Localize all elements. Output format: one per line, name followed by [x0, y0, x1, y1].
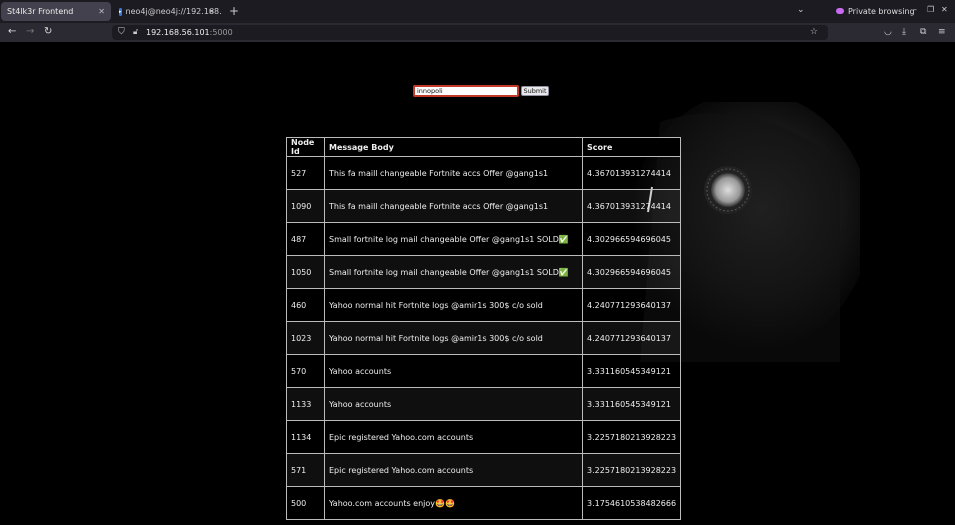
tab-title: St4lk3r Frontend: [7, 7, 74, 16]
restore-icon[interactable]: ❐: [927, 5, 934, 14]
cell-message-body: Epic registered Yahoo.com accounts: [324, 453, 583, 487]
close-tab-icon[interactable]: ✕: [208, 7, 215, 16]
cell-message-body: This fa maill changeable Fortnite accs O…: [324, 189, 583, 223]
cell-score: 3.331160545349121: [581, 354, 682, 388]
table-body: 527 This fa maill changeable Fortnite acc…: [286, 156, 682, 520]
table-row: 527 This fa maill changeable Fortnite acc…: [286, 156, 682, 190]
cell-message-body: Yahoo accounts: [324, 387, 583, 421]
tab-neo4j[interactable]: ▸ neo4j@neo4j://192.168. ✕: [113, 2, 222, 21]
cell-score: 3.2257180213928223: [581, 453, 682, 487]
cell-score: 3.2257180213928223: [581, 420, 682, 454]
table-header-row: Node Id Message Body Score: [286, 137, 682, 157]
neo4j-favicon-icon: ▸: [119, 7, 122, 16]
cell-message-body: Small fortnite log mail changeable Offer…: [324, 255, 583, 289]
table-row: 1133 Yahoo accounts 3.331160545349121: [286, 387, 682, 421]
page-content: Submit Node Id Message Body Score 527Thi…: [0, 42, 955, 525]
extensions-icon[interactable]: ⧉: [920, 26, 926, 38]
search-input[interactable]: [413, 85, 519, 97]
cell-message-body: Yahoo normal hit Fortnite logs @amir1s 3…: [324, 288, 583, 322]
minimize-icon[interactable]: –: [913, 5, 917, 14]
column-header-message-body: Message Body: [324, 137, 583, 157]
cell-score: 4.240771293640137: [581, 321, 682, 355]
list-tabs-chevron-icon[interactable]: ⌄: [797, 5, 805, 15]
table-row: 1090 This fa maill changeable Fortnite ac…: [286, 189, 682, 223]
tab-st4lk3r-frontend[interactable]: St4lk3r Frontend ✕: [1, 2, 111, 21]
table-row: 1050 Small fortnite log mail changeable O…: [286, 255, 682, 289]
tab-bar: St4lk3r Frontend ✕ ▸ neo4j@neo4j://192.1…: [0, 0, 955, 23]
private-browsing-label: Private browsing: [848, 6, 915, 16]
cell-node-id: 1023: [286, 321, 325, 355]
address-bar[interactable]: ⛉ 🔓︎ 192.168.56.101:5000 ☆: [112, 25, 828, 40]
cell-node-id: 460: [286, 288, 325, 322]
column-header-score: Score: [581, 137, 682, 157]
cell-node-id: 487: [286, 222, 325, 256]
url-port: :5000: [209, 28, 233, 37]
cell-score: 3.1754610538482666: [581, 486, 682, 520]
cell-message-body: This fa maill changeable Fortnite accs O…: [324, 156, 583, 190]
cell-score: 4.302966594696045: [581, 255, 682, 289]
cell-node-id: 1090: [286, 189, 325, 223]
cell-message-body: Yahoo.com accounts enjoy🤩🤩: [324, 486, 583, 520]
new-tab-plus-icon[interactable]: +: [229, 4, 239, 18]
table-row: 460 Yahoo normal hit Fortnite logs @amir1…: [286, 288, 682, 322]
close-tab-icon[interactable]: ✕: [98, 7, 105, 16]
cell-message-body: Epic registered Yahoo.com accounts: [324, 420, 583, 454]
reload-icon[interactable]: ↻: [44, 26, 52, 38]
tab-title: neo4j@neo4j://192.168.: [125, 7, 222, 16]
table-row: 1023 Yahoo normal hit Fortnite logs @amir…: [286, 321, 682, 355]
cell-node-id: 1134: [286, 420, 325, 454]
submit-button[interactable]: Submit: [521, 86, 549, 96]
cell-node-id: 500: [286, 486, 325, 520]
cell-message-body: Yahoo normal hit Fortnite logs @amir1s 3…: [324, 321, 583, 355]
private-browsing-indicator: Private browsing: [836, 4, 915, 18]
url-text[interactable]: 192.168.56.101:5000: [146, 27, 233, 38]
cell-score: 4.302966594696045: [581, 222, 682, 256]
cell-score: 3.331160545349121: [581, 387, 682, 421]
pocket-icon[interactable]: ◡: [884, 26, 892, 38]
cell-score: 4.240771293640137: [581, 288, 682, 322]
close-window-icon[interactable]: ✕: [941, 5, 948, 14]
table-row: 487 Small fortnite log mail changeable Of…: [286, 222, 682, 256]
cell-node-id: 527: [286, 156, 325, 190]
cell-node-id: 571: [286, 453, 325, 487]
menu-hamburger-icon[interactable]: ≡: [938, 26, 946, 38]
tracking-shield-icon[interactable]: ⛉: [118, 27, 126, 37]
lock-icon[interactable]: 🔓︎: [133, 27, 138, 37]
table-row: 500 Yahoo.com accounts enjoy🤩🤩 3.175461053…: [286, 486, 682, 520]
cell-score: 4.367013931274414: [581, 156, 682, 190]
table-row: 1134 Epic registered Yahoo.com accounts 3.…: [286, 420, 682, 454]
downloads-icon[interactable]: ⤓: [902, 26, 906, 38]
cell-node-id: 1050: [286, 255, 325, 289]
table-row: 571 Epic registered Yahoo.com accounts 3.2…: [286, 453, 682, 487]
cell-message-body: Yahoo accounts: [324, 354, 583, 388]
bookmark-star-icon[interactable]: ☆: [810, 27, 818, 38]
cell-node-id: 570: [286, 354, 325, 388]
table-row: 570 Yahoo accounts 3.331160545349121: [286, 354, 682, 388]
private-mask-icon: [836, 8, 844, 14]
nav-bar: ← → ↻ ⛉ 🔓︎ 192.168.56.101:5000 ☆ ◡ ⤓ ⧉ ≡: [0, 23, 955, 42]
forward-arrow-icon[interactable]: →: [26, 26, 34, 38]
column-header-node-id: Node Id: [286, 137, 325, 157]
url-host: 192.168.56.101: [146, 28, 210, 37]
cell-node-id: 1133: [286, 387, 325, 421]
cell-score: 4.367013931274414: [581, 189, 682, 223]
results-table: Node Id Message Body Score 527 This fa ma…: [286, 137, 682, 520]
cell-message-body: Small fortnite log mail changeable Offer…: [324, 222, 583, 256]
back-arrow-icon[interactable]: ←: [8, 26, 16, 38]
